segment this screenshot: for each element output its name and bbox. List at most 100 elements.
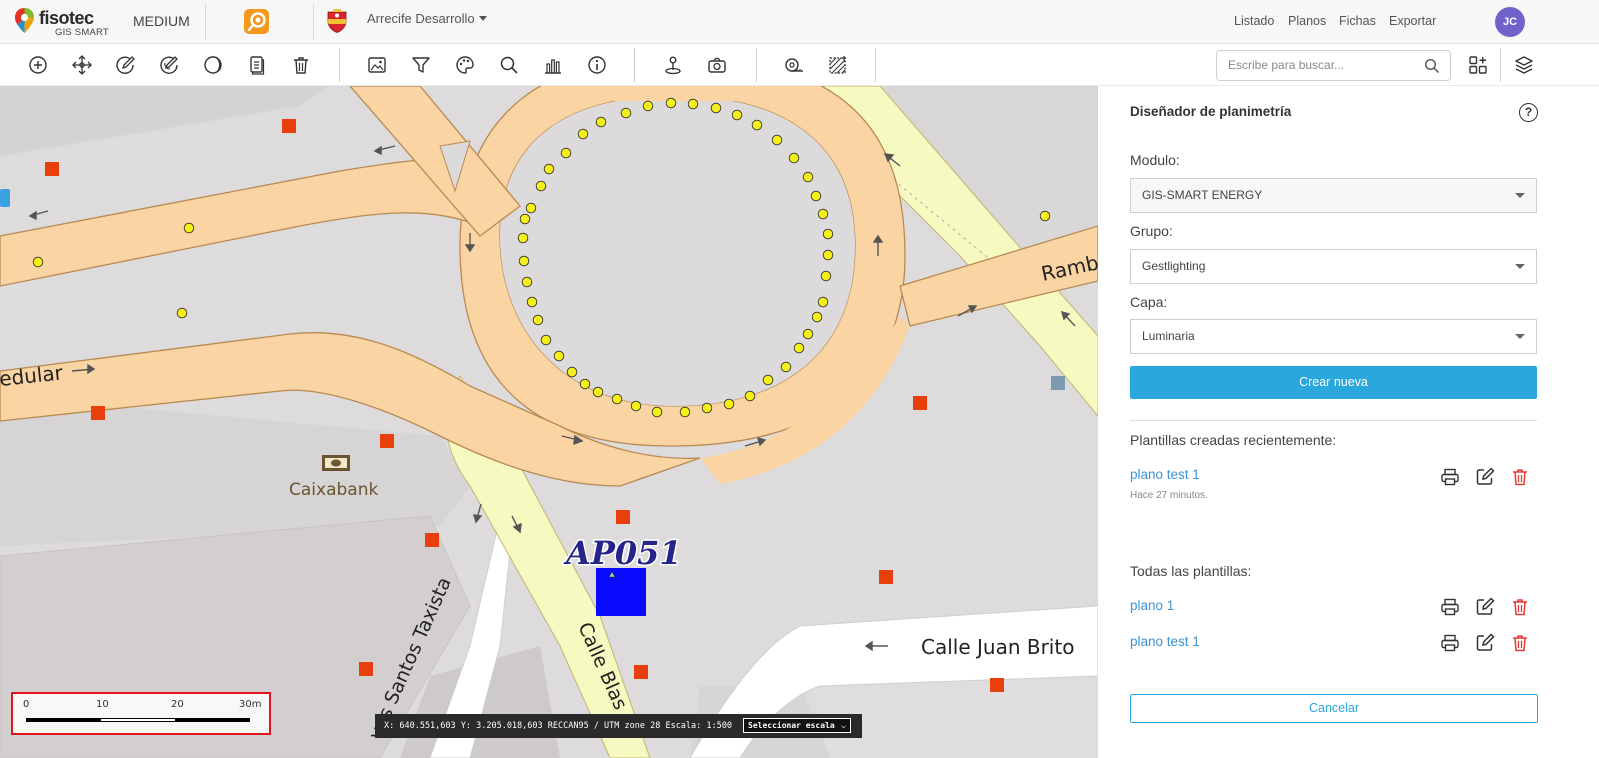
dropdown-arrow-icon (1515, 334, 1525, 339)
statistics-button[interactable] (542, 54, 564, 76)
scale-line (26, 718, 250, 722)
grupo-label: Grupo: (1130, 223, 1173, 239)
header-divider (205, 4, 206, 40)
capa-select[interactable]: Luminaria (1130, 319, 1537, 354)
delete-element-button[interactable] (290, 54, 312, 76)
toolbar-divider (634, 48, 635, 82)
scale-tick: 10 (96, 699, 109, 710)
location-button[interactable] (662, 54, 684, 76)
image-button[interactable] (366, 54, 388, 76)
search-box (1216, 50, 1451, 81)
nav-exportar[interactable]: Exportar (1389, 14, 1436, 28)
print-button[interactable] (1440, 467, 1460, 487)
search-map-button[interactable] (498, 54, 520, 76)
recent-template-time: Hace 27 minutos. (1130, 490, 1208, 501)
map-canvas[interactable]: edular Ramb Caixabank ves Santos Taxista… (0, 86, 1098, 758)
asset-label: AP051 (563, 534, 682, 572)
user-avatar[interactable]: JC (1495, 7, 1525, 37)
bar-chart-icon (545, 59, 561, 74)
modulo-value: GIS-SMART ENERGY (1142, 188, 1263, 202)
edit-circle-icon (116, 56, 135, 74)
layers-button[interactable] (1513, 54, 1535, 76)
bank-poi-icon (322, 455, 350, 471)
dropdown-arrow-icon (1515, 264, 1525, 269)
coordinates-bar: X: 640.551,603 Y: 3.205.018,603 RECCAN95… (375, 714, 862, 738)
app-switcher-icon[interactable] (244, 9, 269, 34)
split-button[interactable] (202, 54, 224, 76)
template-link[interactable]: plano test 1 (1130, 634, 1200, 649)
scale-tick: 20 (171, 699, 184, 710)
edit-element-button[interactable] (114, 54, 136, 76)
fisotec-logo[interactable]: fisotec GIS SMART (14, 7, 110, 39)
create-new-button[interactable]: Crear nueva (1130, 366, 1537, 399)
move-element-button[interactable] (71, 54, 93, 76)
logo-text: fisotec (39, 8, 94, 28)
delete-template-button[interactable] (1510, 597, 1530, 617)
modulo-select[interactable]: GIS-SMART ENERGY (1130, 178, 1537, 213)
search-input[interactable] (1228, 58, 1418, 72)
edit-icon (1476, 633, 1495, 651)
toolbar-divider (339, 48, 340, 82)
help-icon[interactable]: ? (1519, 103, 1538, 122)
palette-icon (456, 56, 474, 74)
grupo-select[interactable]: Gestlighting (1130, 249, 1537, 284)
print-button[interactable] (1440, 597, 1460, 617)
logo-subtext: GIS SMART (55, 27, 109, 38)
trash-icon (1513, 599, 1527, 616)
map-label-bank: Caixabank (289, 480, 378, 500)
add-widget-button[interactable] (1467, 54, 1489, 76)
filter-button[interactable] (410, 54, 432, 76)
add-circle-icon (29, 56, 47, 74)
recent-templates-heading: Plantillas creadas recientemente: (1130, 432, 1337, 448)
delete-template-button[interactable] (1510, 633, 1530, 653)
divider (1130, 420, 1537, 421)
area-button[interactable] (827, 54, 849, 76)
nav-listado[interactable]: Listado (1234, 14, 1274, 28)
measure-tape-icon (785, 58, 803, 72)
trash-icon (294, 57, 308, 74)
all-templates-heading: Todas las plantillas: (1130, 563, 1252, 579)
printer-icon (1441, 634, 1459, 652)
scale-select-label: Seleccionar escala (748, 721, 835, 730)
photo-button[interactable] (706, 54, 728, 76)
edit-template-button[interactable] (1475, 633, 1495, 653)
edit-template-button[interactable] (1475, 467, 1495, 487)
top-bar: fisotec GIS SMART MEDIUM Arrecife Desarr… (0, 0, 1599, 44)
selected-asset-marker (596, 568, 646, 616)
camera-icon (708, 57, 726, 73)
capa-value: Luminaria (1142, 329, 1195, 343)
add-element-button[interactable] (27, 54, 49, 76)
info-icon (588, 56, 606, 74)
environment-selector[interactable]: Arrecife Desarrollo (367, 11, 487, 26)
edit-icon (1476, 467, 1495, 485)
recent-template-link[interactable]: plano test 1 (1130, 467, 1200, 482)
search-icon (500, 56, 518, 74)
template-link[interactable]: plano 1 (1130, 598, 1174, 613)
edit-geometry-button[interactable] (158, 54, 180, 76)
plan-designer-panel: Diseñador de planimetría ? Modulo: GIS-S… (1098, 86, 1599, 758)
modulo-label: Modulo: (1130, 152, 1180, 168)
nav-fichas[interactable]: Fichas (1339, 14, 1376, 28)
scale-select[interactable]: Seleccionar escala ⌵ (743, 718, 851, 733)
edit-template-button[interactable] (1475, 597, 1495, 617)
plan-label: MEDIUM (133, 13, 190, 29)
municipality-shield-icon[interactable] (327, 9, 347, 33)
toolbar-divider (1500, 48, 1501, 82)
info-button[interactable] (586, 54, 608, 76)
print-button[interactable] (1440, 633, 1460, 653)
delete-template-button[interactable] (1510, 467, 1530, 487)
measure-button[interactable] (783, 54, 805, 76)
image-icon (368, 57, 386, 73)
scale-bar: 0 10 20 30m (11, 692, 271, 735)
style-button[interactable] (454, 54, 476, 76)
trash-icon (1513, 469, 1527, 486)
hatched-area-icon (829, 56, 846, 74)
filter-icon (412, 57, 430, 73)
scale-tick: 0 (23, 699, 30, 710)
copy-button[interactable] (246, 54, 268, 76)
panel-title: Diseñador de planimetría (1130, 104, 1292, 119)
nav-planos[interactable]: Planos (1288, 14, 1326, 28)
toolbar-divider (756, 48, 757, 82)
cancel-button[interactable]: Cancelar (1130, 694, 1538, 723)
search-icon[interactable] (1424, 58, 1440, 74)
